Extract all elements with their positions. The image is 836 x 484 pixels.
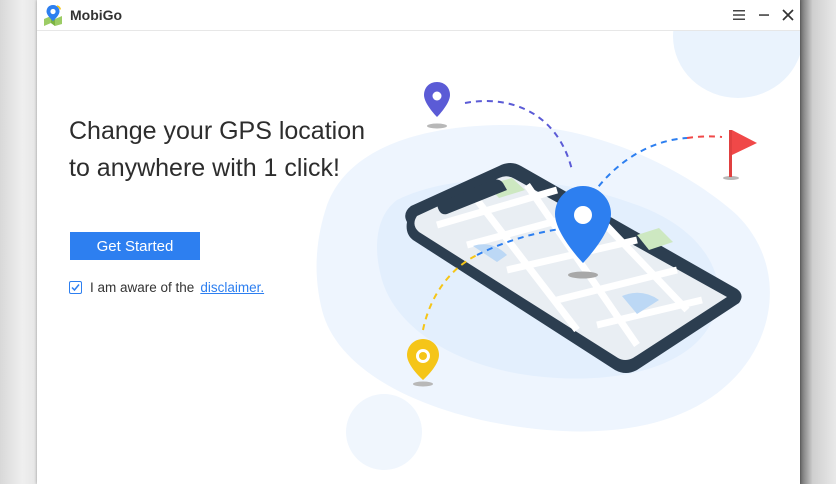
location-pin-purple-icon: [424, 82, 450, 129]
agreement-text: I am aware of the: [90, 279, 195, 295]
close-icon[interactable]: [778, 5, 798, 25]
headline: Change your GPS location to anywhere wit…: [69, 113, 399, 187]
menu-icon[interactable]: [729, 5, 749, 25]
disclaimer-link[interactable]: disclaimer.: [200, 280, 264, 295]
dashed-route-red: [686, 135, 723, 139]
flag-red-icon: [723, 130, 757, 180]
headline-line-1: Change your GPS location: [69, 117, 366, 145]
get-started-button[interactable]: Get Started: [70, 232, 200, 260]
disclaimer-agreement: I am aware of the disclaimer.: [69, 278, 264, 296]
title-bar[interactable]: MobiGo: [37, 0, 800, 31]
app-logo-icon: [42, 4, 64, 26]
checkmark-icon: [71, 283, 80, 291]
background-left: [0, 0, 37, 484]
background-right: [800, 0, 836, 484]
disclaimer-checkbox[interactable]: [69, 280, 82, 294]
headline-line-2: to anywhere with 1 click!: [69, 154, 340, 182]
minimize-icon[interactable]: [754, 5, 774, 25]
app-window: MobiGo Change your GPS location to anywh…: [37, 0, 800, 484]
app-title: MobiGo: [70, 7, 123, 23]
